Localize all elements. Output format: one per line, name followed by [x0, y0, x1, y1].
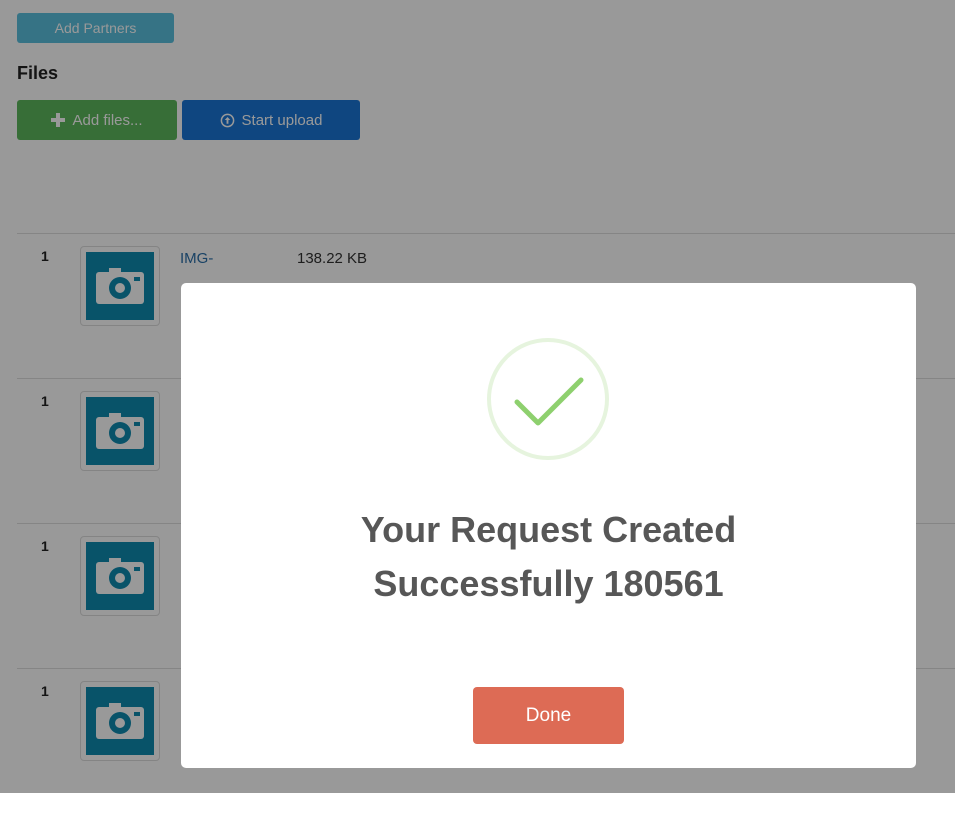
done-button[interactable]: Done — [473, 687, 624, 744]
success-dialog: Your Request Created Successfully 180561… — [181, 283, 916, 768]
done-label: Done — [525, 704, 572, 726]
checkmark-icon — [485, 336, 611, 462]
success-message: Your Request Created Successfully 180561 — [360, 509, 737, 604]
